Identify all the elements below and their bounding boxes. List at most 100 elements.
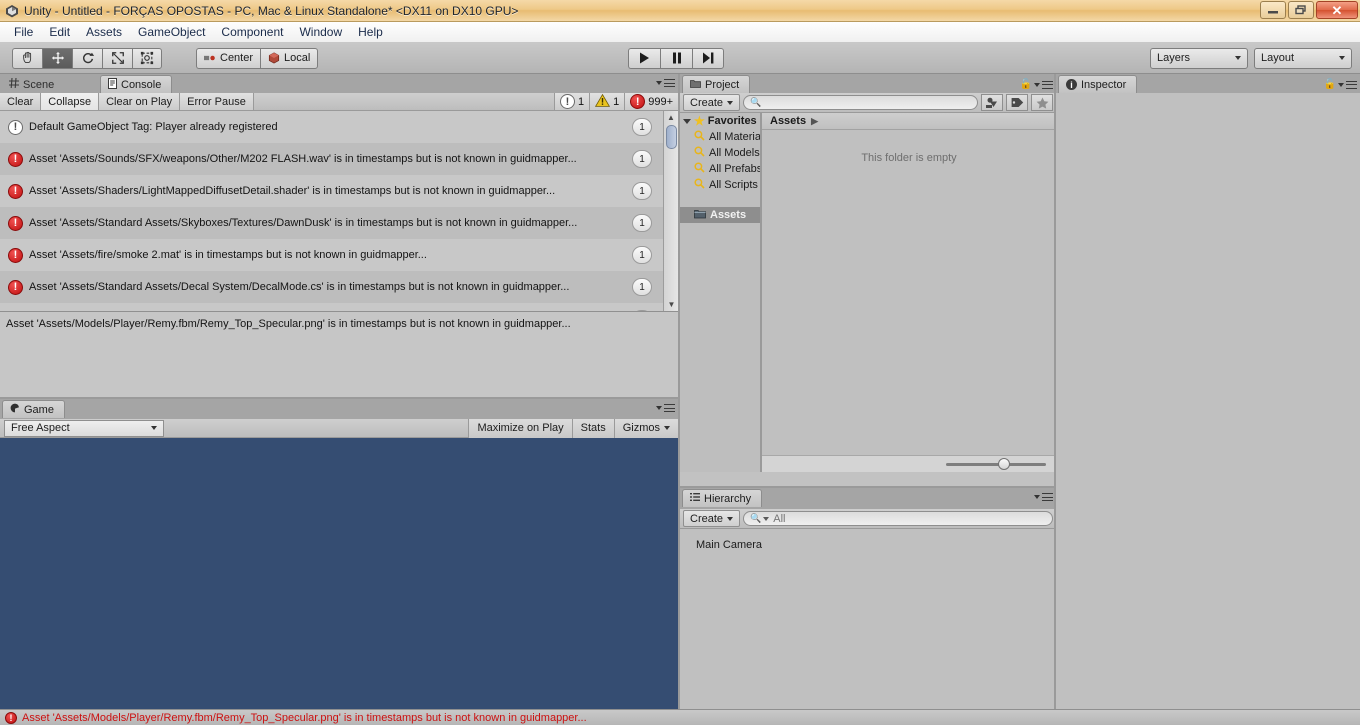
zoom-track[interactable]	[946, 457, 1046, 470]
warning-counter[interactable]: 1	[589, 93, 625, 110]
chevron-down-icon	[1034, 495, 1040, 499]
layers-dropdown[interactable]: Layers	[1150, 47, 1248, 69]
tree-item-assets[interactable]: Assets	[680, 207, 760, 223]
pause-button[interactable]	[660, 47, 692, 69]
center-right-splitter[interactable]	[1054, 74, 1056, 709]
pivot-rotation-button[interactable]: Local	[260, 47, 319, 69]
project-hierarchy-splitter[interactable]	[680, 486, 1054, 488]
chevron-down-icon[interactable]	[683, 118, 691, 124]
table-row[interactable]: ! Asset 'Assets/Standard Assets/Skyboxes…	[0, 207, 678, 239]
tree-item-all-materials[interactable]: All Materials	[680, 129, 760, 145]
step-button[interactable]	[692, 47, 724, 69]
menu-help[interactable]: Help	[350, 23, 391, 41]
status-bar[interactable]: ! Asset 'Assets/Models/Player/Remy.fbm/R…	[0, 709, 1360, 725]
tab-scene[interactable]: Scene	[2, 76, 65, 93]
breadcrumb-label[interactable]: Assets	[770, 115, 806, 127]
hierarchy-panel-menu[interactable]	[1034, 493, 1053, 501]
project-tree[interactable]: ★ Favorites All Materials All Models	[680, 113, 760, 472]
hierarchy-search-input[interactable]	[773, 512, 1046, 525]
console-detail-pane[interactable]: Asset 'Assets/Models/Player/Remy.fbm/Rem…	[0, 311, 678, 399]
console-scrollbar[interactable]: ▲ ▼	[663, 111, 678, 311]
scale-tool-button[interactable]	[102, 47, 132, 69]
stats-button[interactable]: Stats	[571, 418, 614, 438]
game-viewport[interactable]	[0, 438, 678, 709]
gizmos-button[interactable]: Gizmos	[613, 418, 678, 438]
clear-button[interactable]: Clear	[0, 93, 42, 110]
menu-edit[interactable]: Edit	[41, 23, 78, 41]
menu-assets[interactable]: Assets	[78, 23, 130, 41]
scroll-up-icon[interactable]: ▲	[664, 111, 678, 124]
minimize-button[interactable]	[1260, 1, 1286, 19]
aspect-ratio-dropdown[interactable]: Free Aspect	[4, 419, 164, 437]
game-toolbar-right: Maximize on Play Stats Gizmos	[468, 418, 678, 438]
tab-game[interactable]: Game	[2, 400, 65, 418]
hierarchy-list[interactable]: Main Camera	[680, 529, 1056, 710]
inspector-panel-menu[interactable]: 🔓	[1324, 79, 1357, 90]
table-row[interactable]: ! Default GameObject Tag: Player already…	[0, 111, 678, 143]
lock-icon[interactable]: 🔓	[1324, 79, 1336, 90]
log-message: Asset 'Assets/Standard Assets/Skyboxes/T…	[29, 217, 578, 229]
project-zoom-slider[interactable]	[762, 455, 1056, 472]
search-icon: 🔍	[750, 513, 762, 523]
project-search-input[interactable]	[765, 96, 971, 109]
scrollbar-thumb[interactable]	[666, 125, 677, 149]
clear-on-play-button[interactable]: Clear on Play	[99, 93, 181, 110]
tab-inspector[interactable]: i Inspector	[1058, 75, 1138, 93]
project-create-button[interactable]: Create	[683, 94, 741, 111]
error-counter[interactable]: ! 999+	[624, 93, 678, 110]
restore-button[interactable]	[1288, 1, 1314, 19]
log-message: Asset 'Assets/Standard Assets/Decal Syst…	[29, 281, 570, 293]
close-button[interactable]: ✕	[1316, 1, 1358, 19]
move-tool-button[interactable]	[42, 47, 72, 69]
info-counter[interactable]: ! 1	[553, 93, 590, 110]
menu-gameobject[interactable]: GameObject	[130, 23, 213, 41]
scroll-down-icon[interactable]: ▼	[664, 298, 678, 311]
rotate-tool-button[interactable]	[72, 47, 102, 69]
layout-dropdown[interactable]: Layout	[1254, 47, 1352, 69]
console-panel-menu[interactable]	[656, 79, 675, 87]
play-button[interactable]	[628, 47, 660, 69]
console-game-splitter[interactable]	[0, 397, 678, 399]
hierarchy-search-box[interactable]: 🔍	[743, 511, 1053, 526]
chevron-down-icon	[1338, 82, 1344, 87]
star-icon[interactable]	[1031, 94, 1053, 111]
tree-item-all-models[interactable]: All Models	[680, 145, 760, 161]
project-search-box[interactable]: 🔍	[743, 95, 978, 110]
tab-hierarchy[interactable]: Hierarchy	[682, 489, 763, 507]
left-right-splitter[interactable]	[678, 74, 680, 709]
lock-icon[interactable]: 🔓	[1020, 79, 1032, 90]
project-panel-menu[interactable]: 🔓	[1020, 79, 1053, 90]
error-icon: !	[8, 279, 23, 295]
menu-window[interactable]: Window	[291, 23, 350, 41]
rect-tool-button[interactable]	[132, 47, 162, 69]
console-detail-text: Asset 'Assets/Models/Player/Remy.fbm/Rem…	[6, 318, 571, 330]
table-row[interactable]: ! Asset 'Assets/Shaders/LightMappedDiffu…	[0, 175, 678, 207]
table-row[interactable]: ! Asset 'Assets/Standard Assets/Decal Sy…	[0, 271, 678, 303]
console-log-list[interactable]: ! Default GameObject Tag: Player already…	[0, 111, 678, 311]
menu-component[interactable]: Component	[213, 23, 291, 41]
tree-item-all-prefabs[interactable]: All Prefabs	[680, 161, 760, 177]
search-icon	[694, 146, 705, 160]
filter-by-type-icon[interactable]	[981, 94, 1003, 111]
table-row[interactable]: ! Asset 'Assets/Sounds/SFX/weapons/Other…	[0, 143, 678, 175]
hierarchy-create-button[interactable]: Create	[683, 510, 741, 527]
hand-tool-button[interactable]	[12, 47, 42, 69]
table-row[interactable]: ! Asset 'Assets/fire/smoke 2.mat' is in …	[0, 239, 678, 271]
game-panel-menu[interactable]	[656, 404, 675, 412]
filter-by-label-icon[interactable]	[1006, 94, 1028, 111]
zoom-knob[interactable]	[998, 457, 1010, 470]
tab-project[interactable]: Project	[682, 75, 751, 93]
error-pause-button[interactable]: Error Pause	[180, 93, 254, 110]
hierarchy-item-label: Main Camera	[696, 539, 763, 551]
tab-console[interactable]: Console	[100, 75, 173, 93]
chevron-down-icon[interactable]	[763, 516, 770, 521]
collapse-button[interactable]: Collapse	[41, 93, 100, 110]
list-item[interactable]: Main Camera	[680, 535, 1056, 555]
maximize-on-play-button[interactable]: Maximize on Play	[468, 418, 572, 438]
tab-game-label: Game	[24, 403, 54, 416]
pivot-mode-button[interactable]: Center	[196, 47, 261, 69]
table-row[interactable]: ! Asset 'Assets/Terrain Assets/Trees Amb…	[0, 303, 678, 311]
menu-file[interactable]: File	[6, 23, 41, 41]
tree-item-all-scripts[interactable]: All Scripts	[680, 177, 760, 193]
tree-item-favorites[interactable]: ★ Favorites	[680, 113, 760, 129]
